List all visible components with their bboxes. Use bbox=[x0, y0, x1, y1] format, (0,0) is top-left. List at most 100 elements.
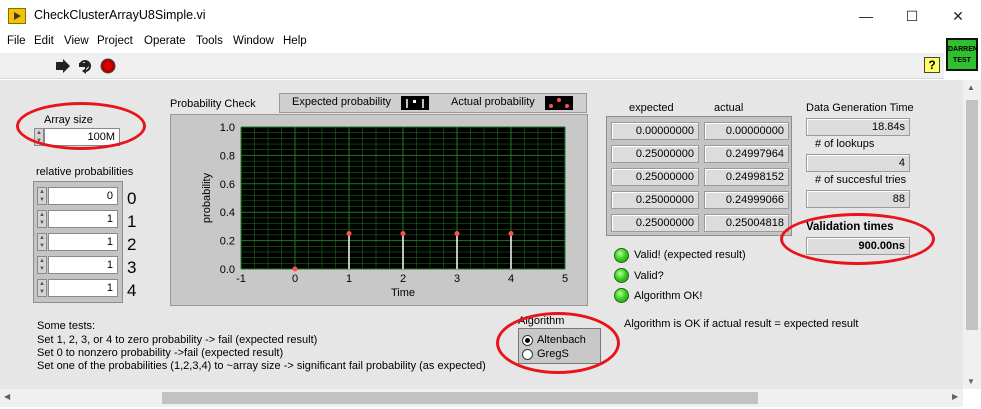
scroll-right-arrow-icon[interactable]: ▶ bbox=[952, 392, 958, 401]
minimize-button[interactable]: — bbox=[843, 0, 889, 32]
menu-file[interactable]: File bbox=[7, 35, 26, 47]
y-tick-label: 0.2 bbox=[220, 236, 235, 248]
labview-app-icon bbox=[8, 8, 26, 24]
actual-point bbox=[346, 231, 352, 237]
probability-chart[interactable]: -1 0 1 2 3 4 5 0.0 0.2 0.4 0.6 0.8 1.0 Time probabilit… bbox=[170, 114, 588, 306]
abort-stop-icon[interactable] bbox=[100, 58, 116, 74]
lookups-label: # of lookups bbox=[815, 138, 875, 150]
expected-value: 0.25000000 bbox=[611, 168, 699, 186]
scroll-up-arrow-icon[interactable]: ▲ bbox=[967, 83, 975, 92]
actual-point bbox=[292, 266, 298, 272]
legend-actual-swatch[interactable] bbox=[545, 96, 573, 110]
menu-bar: File Edit View Project Operate Tools Win… bbox=[0, 32, 944, 52]
prob-index-label: 2 bbox=[127, 235, 137, 254]
expected-value: 0.00000000 bbox=[611, 122, 699, 140]
annotation-oval-algorithm bbox=[496, 312, 620, 374]
context-help-button[interactable]: ? bbox=[924, 57, 940, 73]
y-tick-label: 0.4 bbox=[220, 207, 235, 219]
actual-point bbox=[400, 231, 406, 237]
x-tick-label: 1 bbox=[346, 273, 352, 285]
valid-expected-led[interactable] bbox=[614, 248, 629, 263]
close-button[interactable]: ✕ bbox=[935, 0, 981, 32]
expected-value: 0.25000000 bbox=[611, 145, 699, 163]
annotation-oval-validation bbox=[780, 213, 935, 265]
prob-spinner[interactable]: ▲ ▼ bbox=[37, 256, 47, 274]
actual-value: 0.25004818 bbox=[704, 214, 789, 232]
prob-spinner[interactable]: ▲ ▼ bbox=[37, 279, 47, 297]
menu-view[interactable]: View bbox=[64, 35, 89, 47]
x-tick-label: -1 bbox=[236, 273, 246, 285]
annotation-oval-array-size bbox=[16, 102, 146, 150]
valid-expected-label: Valid! (expected result) bbox=[634, 249, 746, 261]
x-tick-label: 2 bbox=[400, 273, 406, 285]
prob-index-label: 0 bbox=[127, 189, 137, 208]
legend-expected-swatch[interactable] bbox=[401, 96, 429, 110]
algorithm-ok-led[interactable] bbox=[614, 288, 629, 303]
x-tick-label: 0 bbox=[292, 273, 298, 285]
algorithm-ok-label: Algorithm OK! bbox=[634, 290, 703, 302]
x-tick-label: 4 bbox=[508, 273, 514, 285]
scroll-down-arrow-icon[interactable]: ▼ bbox=[967, 377, 975, 386]
legend-expected-label: Expected probability bbox=[292, 96, 392, 108]
relative-probabilities-label: relative probabilities bbox=[36, 166, 134, 178]
actual-value: 0.00000000 bbox=[704, 122, 789, 140]
menu-tools[interactable]: Tools bbox=[196, 35, 223, 47]
x-tick-label: 5 bbox=[562, 273, 568, 285]
actual-point bbox=[508, 230, 514, 236]
prob-input[interactable]: 1 bbox=[48, 256, 118, 274]
y-tick-label: 1.0 bbox=[220, 122, 235, 134]
prob-spinner[interactable]: ▲ ▼ bbox=[37, 210, 47, 228]
x-tick-label: 3 bbox=[454, 273, 460, 285]
toolbar bbox=[0, 53, 944, 79]
scroll-left-arrow-icon[interactable]: ◀ bbox=[4, 392, 10, 401]
data-generation-time-value: 18.84s bbox=[806, 118, 910, 136]
data-generation-time-label: Data Generation Time bbox=[806, 102, 914, 114]
run-arrow-icon[interactable] bbox=[54, 58, 72, 74]
y-tick-label: 0.0 bbox=[220, 264, 235, 276]
expected-header: expected bbox=[629, 102, 674, 114]
tests-note-line: Set 1, 2, 3, or 4 to zero probability ->… bbox=[37, 334, 318, 346]
lookups-value: 4 bbox=[806, 154, 910, 172]
menu-help[interactable]: Help bbox=[283, 35, 307, 47]
tests-note-line: Set 0 to nonzero probability ->fail (exp… bbox=[37, 347, 284, 359]
succesful-tries-value: 88 bbox=[806, 190, 910, 208]
actual-header: actual bbox=[714, 102, 744, 114]
prob-input[interactable]: 0 bbox=[48, 187, 118, 205]
prob-index-label: 1 bbox=[127, 212, 137, 231]
vi-icon-darren-test: DARREN TEST bbox=[946, 38, 978, 71]
prob-spinner[interactable]: ▲ ▼ bbox=[37, 187, 47, 205]
vertical-scroll-thumb[interactable] bbox=[966, 100, 978, 330]
run-continuously-icon[interactable] bbox=[76, 58, 94, 74]
menu-project[interactable]: Project bbox=[97, 35, 133, 47]
prob-input[interactable]: 1 bbox=[48, 233, 118, 251]
prob-input[interactable]: 1 bbox=[48, 210, 118, 228]
actual-value: 0.24999066 bbox=[704, 191, 789, 209]
expected-value: 0.25000000 bbox=[611, 214, 699, 232]
x-axis-label: Time bbox=[391, 287, 415, 299]
y-tick-label: 0.6 bbox=[220, 179, 235, 191]
valid-label: Valid? bbox=[634, 270, 664, 282]
expected-value: 0.25000000 bbox=[611, 191, 699, 209]
y-axis-label: probability bbox=[201, 172, 213, 223]
actual-point bbox=[454, 231, 460, 237]
menu-window[interactable]: Window bbox=[233, 35, 274, 47]
prob-index-label: 4 bbox=[127, 281, 137, 300]
actual-value: 0.24997964 bbox=[704, 145, 789, 163]
maximize-button[interactable]: ☐ bbox=[889, 0, 935, 32]
y-tick-label: 0.8 bbox=[220, 150, 235, 162]
prob-spinner[interactable]: ▲ ▼ bbox=[37, 233, 47, 251]
valid-led[interactable] bbox=[614, 268, 629, 283]
algorithm-ok-note: Algorithm is OK if actual result = expec… bbox=[624, 318, 859, 330]
legend-actual-label: Actual probability bbox=[451, 96, 535, 108]
graph-label: Probability Check bbox=[170, 98, 256, 110]
horizontal-scroll-thumb[interactable] bbox=[162, 392, 758, 404]
actual-value: 0.24998152 bbox=[704, 168, 789, 186]
prob-input[interactable]: 1 bbox=[48, 279, 118, 297]
menu-edit[interactable]: Edit bbox=[34, 35, 54, 47]
succesful-tries-label: # of succesful tries bbox=[815, 174, 907, 186]
tests-note-line: Some tests: bbox=[37, 320, 96, 332]
prob-index-label: 3 bbox=[127, 258, 137, 277]
window-title: CheckClusterArrayU8Simple.vi bbox=[34, 8, 206, 22]
menu-operate[interactable]: Operate bbox=[144, 35, 186, 47]
tests-note-line: Set one of the probabilities (1,2,3,4) t… bbox=[37, 360, 486, 372]
